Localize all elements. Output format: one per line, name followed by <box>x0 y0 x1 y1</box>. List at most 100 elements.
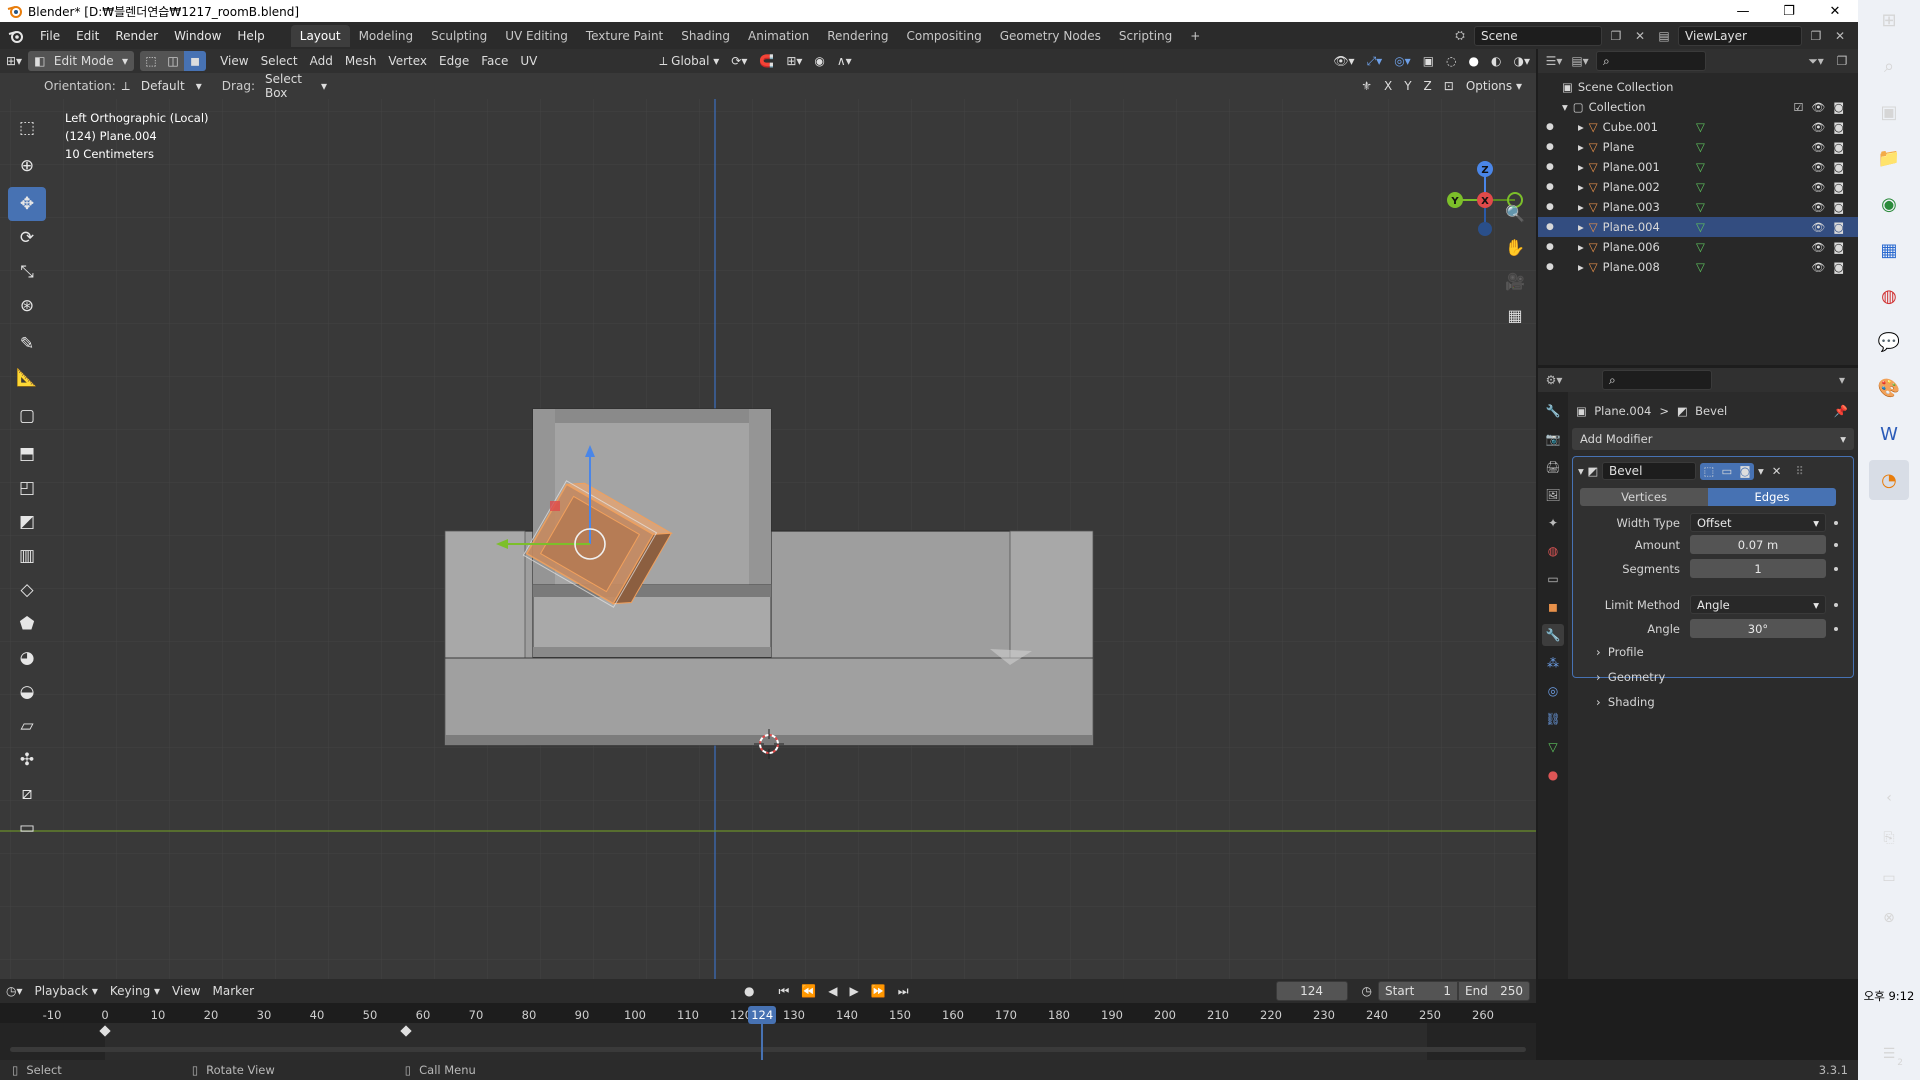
camera-render-icon[interactable]: ◙ <box>1833 221 1844 234</box>
minimize-button[interactable]: — <box>1720 0 1766 22</box>
properties-editor-type-icon[interactable]: ⚙▾ <box>1544 370 1564 390</box>
select-box-tool-icon[interactable]: ⬚ <box>8 111 46 145</box>
outliner-search-input[interactable]: ⌕ <box>1596 51 1706 71</box>
limit-method-dropdown[interactable]: Angle ▾ <box>1690 595 1826 614</box>
blender-taskbar-icon[interactable]: ◔ <box>1869 460 1909 500</box>
collection-tab-icon[interactable]: ▭ <box>1542 568 1564 590</box>
proportional-falloff-icon[interactable]: ∧▾ <box>831 51 858 71</box>
mode-dropdown[interactable]: ◧ Edit Mode ▾ <box>28 51 135 71</box>
paint-app-icon[interactable]: 🎨 <box>1869 368 1909 408</box>
outliner-object-row[interactable]: ● ▸ ▽ Plane.003 ▽ 👁 ◙ <box>1538 197 1858 217</box>
jump-end-icon[interactable]: ⏭ <box>892 981 915 1001</box>
render-toggle-icon[interactable]: ◙ <box>1735 462 1754 480</box>
menu-uv[interactable]: UV <box>514 51 543 71</box>
windows-start-icon[interactable]: ⊞ <box>1869 0 1909 40</box>
snap-icon[interactable]: 🧲 <box>753 51 780 71</box>
menu-marker[interactable]: Marker <box>207 981 260 1001</box>
measure-tool-icon[interactable]: 📐 <box>8 361 46 395</box>
particles-tab-icon[interactable]: ⁂ <box>1542 652 1564 674</box>
eye-icon[interactable]: 👁 <box>1811 221 1825 234</box>
menu-help[interactable]: Help <box>229 22 272 49</box>
tab-compositing[interactable]: Compositing <box>897 25 990 47</box>
annotate-tool-icon[interactable]: ✎ <box>8 327 46 361</box>
edit-dot-icon[interactable]: ● <box>1546 222 1554 232</box>
outliner-object-row[interactable]: ● ▸ ▽ Plane.006 ▽ 👁 ◙ <box>1538 237 1858 257</box>
properties-search-input[interactable]: ⌕ <box>1602 370 1712 390</box>
view-layer-icon[interactable]: ▤ <box>1654 26 1674 46</box>
camera-render-icon[interactable]: ◙ <box>1833 261 1844 274</box>
menu-edge[interactable]: Edge <box>433 51 475 71</box>
add-cube-tool-icon[interactable]: ▢ <box>8 399 46 433</box>
drag-handle-icon[interactable]: ⠿ <box>1795 464 1803 478</box>
transform-orientation-dropdown[interactable]: ⟂ Global ▾ <box>653 51 725 71</box>
expand-chevron-icon[interactable]: ▸ <box>1578 220 1584 234</box>
menu-file[interactable]: File <box>32 22 68 49</box>
eye-icon[interactable]: 👁 <box>1811 261 1825 274</box>
keyframe-dot-icon[interactable] <box>1834 566 1838 571</box>
extrude-tool-icon[interactable]: ⬒ <box>8 437 46 471</box>
tab-sculpting[interactable]: Sculpting <box>422 25 496 47</box>
width-type-dropdown[interactable]: Offset ▾ <box>1690 513 1826 532</box>
data-tab-icon[interactable]: ▽ <box>1542 736 1564 758</box>
auto-merge-icon[interactable]: ⊡ <box>1438 76 1460 96</box>
keyframe-dot-icon[interactable] <box>1834 602 1838 607</box>
notification-icon[interactable]: ☰ 2 <box>1869 1034 1909 1074</box>
outliner-object-row[interactable]: ● ▸ ▽ Plane.004 ▽ 👁 ◙ <box>1538 217 1858 237</box>
system-clock[interactable]: 오후 9:12 <box>1858 988 1920 1004</box>
view-layer-field[interactable]: ViewLayer <box>1678 25 1802 46</box>
3d-viewport[interactable]: ⊞▾ ◧ Edit Mode ▾ ⬚ ◫ ◼ View Select Add M… <box>0 49 1536 979</box>
pivot-point-icon[interactable]: ⟳▾ <box>725 51 753 71</box>
camera-render-icon[interactable]: ◙ <box>1833 101 1844 114</box>
keyframe-dot-icon[interactable] <box>1834 626 1838 631</box>
menu-view[interactable]: View <box>214 51 254 71</box>
new-scene-icon[interactable]: ❐ <box>1606 26 1626 46</box>
shear-tool-icon[interactable]: ⧄ <box>8 777 46 811</box>
expand-chevron-icon[interactable]: ▸ <box>1578 180 1584 194</box>
eye-icon[interactable]: 👁 <box>1811 141 1825 154</box>
modifier-tab-icon[interactable]: 🔧 <box>1542 624 1564 646</box>
expand-chevron-icon[interactable]: ▸ <box>1578 240 1584 254</box>
exclude-checkbox[interactable]: ☑ <box>1793 101 1803 114</box>
physics-tab-icon[interactable]: ◎ <box>1542 680 1564 702</box>
material-shading-icon[interactable]: ◐ <box>1485 51 1507 71</box>
record-keyframe-icon[interactable]: ● <box>738 981 760 1001</box>
new-view-layer-icon[interactable]: ❐ <box>1806 26 1826 46</box>
rip-region-tool-icon[interactable]: ▭ <box>8 811 46 845</box>
material-tab-icon[interactable]: ● <box>1542 764 1564 786</box>
jump-keyframe-forward-icon[interactable]: ⏩ <box>865 981 892 1001</box>
affect-edges-button[interactable]: Edges <box>1708 488 1836 506</box>
menu-timeline-view[interactable]: View <box>166 981 206 1001</box>
timeline-editor-type-icon[interactable]: ◷▾ <box>0 981 29 1001</box>
pin-icon[interactable]: 📌 <box>1834 404 1848 418</box>
delete-view-layer-icon[interactable]: ✕ <box>1830 26 1850 46</box>
jump-keyframe-back-icon[interactable]: ⏪ <box>795 981 822 1001</box>
add-workspace-button[interactable]: + <box>1181 25 1209 47</box>
rotate-tool-icon[interactable]: ⟳ <box>8 221 46 255</box>
transform-tool-icon[interactable]: ⊛ <box>8 289 46 323</box>
cursor-tool-icon[interactable]: ⊕ <box>8 149 46 183</box>
status-icon[interactable]: ⊗ <box>1869 898 1909 938</box>
search-icon[interactable]: ⌕ <box>1869 46 1909 86</box>
expand-chevron-icon[interactable]: ▸ <box>1578 140 1584 154</box>
edit-dot-icon[interactable]: ● <box>1546 202 1554 212</box>
kakaotalk-icon[interactable]: 💬 <box>1869 322 1909 362</box>
bevel-tool-icon[interactable]: ◩ <box>8 505 46 539</box>
output-tab-icon[interactable]: 🖨 <box>1542 456 1564 478</box>
amount-field[interactable]: 0.07 m <box>1690 535 1826 554</box>
outliner-object-row[interactable]: ● ▸ ▽ Plane.001 ▽ 👁 ◙ <box>1538 157 1858 177</box>
scene-field[interactable]: Scene <box>1474 25 1602 46</box>
camera-render-icon[interactable]: ◙ <box>1833 241 1844 254</box>
tab-geometry-nodes[interactable]: Geometry Nodes <box>991 25 1110 47</box>
profile-subpanel[interactable]: › Profile <box>1596 645 1644 659</box>
file-explorer-icon[interactable]: 📁 <box>1869 138 1909 178</box>
current-frame-field[interactable]: 124 <box>1275 981 1348 1001</box>
keyframe-dot-icon[interactable] <box>1834 542 1838 547</box>
pan-hand-icon[interactable]: ✋ <box>1500 233 1530 261</box>
chrome-icon[interactable]: ◉ <box>1869 184 1909 224</box>
face-select-icon[interactable]: ◼ <box>184 51 207 71</box>
loop-cut-tool-icon[interactable]: ▥ <box>8 539 46 573</box>
shrink-fatten-tool-icon[interactable]: ✣ <box>8 743 46 777</box>
task-view-icon[interactable]: ▣ <box>1869 92 1909 132</box>
expand-chevron-icon[interactable]: ▸ <box>1578 120 1584 134</box>
mirror-icon[interactable]: ⚜ <box>1355 76 1378 96</box>
